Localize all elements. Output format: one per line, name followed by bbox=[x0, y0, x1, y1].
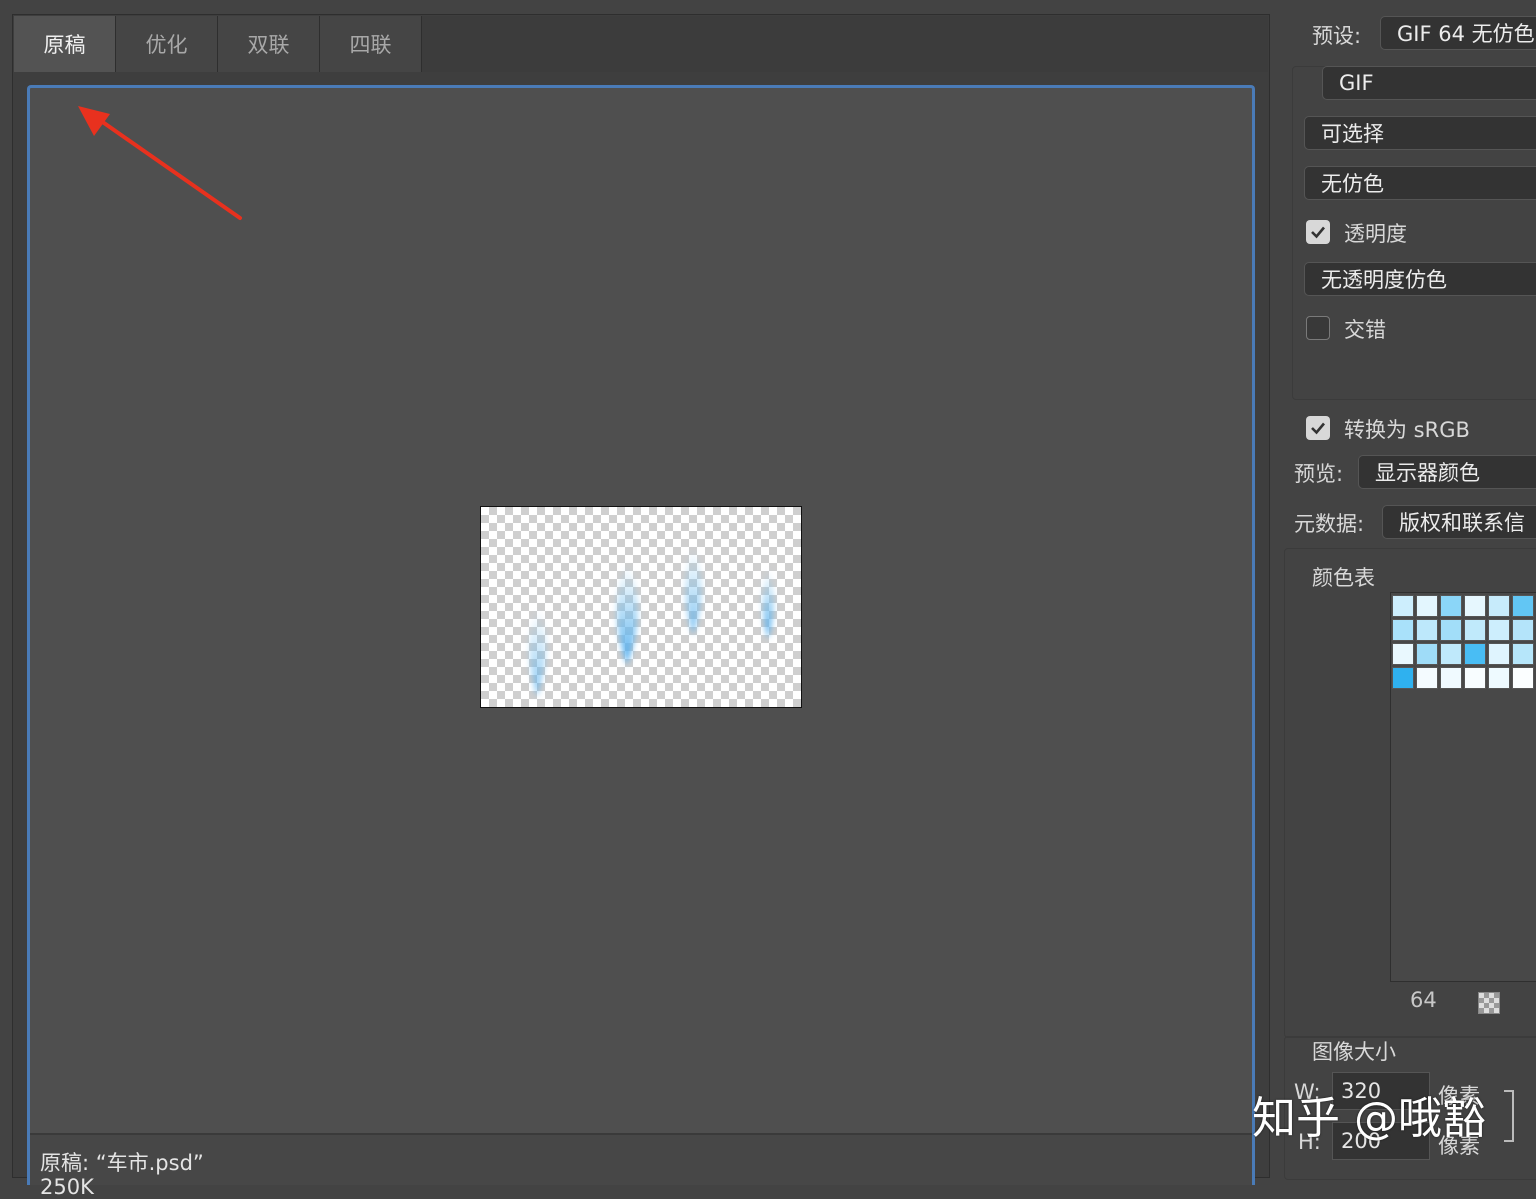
interlaced-label: 交错 bbox=[1344, 318, 1386, 342]
color-swatch[interactable] bbox=[1512, 643, 1534, 665]
color-swatch[interactable] bbox=[1488, 643, 1510, 665]
color-swatch[interactable] bbox=[1512, 619, 1534, 641]
color-table-palette[interactable] bbox=[1390, 592, 1536, 982]
status-filename: 原稿: “车市.psd” bbox=[40, 1151, 204, 1175]
preview-panel: 原稿 优化 双联 四联 原稿: “车市.psd” 250K bbox=[12, 14, 1270, 1199]
format-dropdown[interactable]: GIF bbox=[1322, 66, 1536, 100]
color-swatch[interactable] bbox=[1392, 619, 1414, 641]
status-bar: 原稿: “车市.psd” 250K bbox=[30, 1133, 1252, 1199]
preset-dropdown[interactable]: GIF 64 无仿色 bbox=[1380, 16, 1536, 50]
image-canvas bbox=[480, 506, 802, 708]
color-swatch[interactable] bbox=[1392, 643, 1414, 665]
tab-4-up[interactable]: 四联 bbox=[320, 16, 422, 72]
interlaced-checkbox[interactable] bbox=[1306, 316, 1330, 340]
status-filesize: 250K bbox=[40, 1175, 94, 1199]
color-swatch[interactable] bbox=[1488, 619, 1510, 641]
color-swatch[interactable] bbox=[1440, 595, 1462, 617]
reduction-dropdown[interactable]: 可选择 bbox=[1304, 116, 1536, 150]
color-count: 64 bbox=[1410, 988, 1437, 1012]
color-table-title: 颜色表 bbox=[1312, 566, 1375, 590]
color-swatch[interactable] bbox=[1440, 619, 1462, 641]
link-bracket-icon[interactable] bbox=[1504, 1090, 1514, 1142]
red-arrow-annotation bbox=[78, 106, 242, 220]
transparency-label: 透明度 bbox=[1344, 222, 1407, 246]
color-swatch[interactable] bbox=[1464, 595, 1486, 617]
color-swatch[interactable] bbox=[1416, 667, 1438, 689]
transparency-dither-dropdown[interactable]: 无透明度仿色 bbox=[1304, 262, 1536, 296]
checkmark-icon bbox=[1311, 226, 1325, 239]
tab-optimized[interactable]: 优化 bbox=[116, 16, 218, 72]
preset-label: 预设: bbox=[1312, 24, 1362, 48]
color-swatch[interactable] bbox=[1392, 595, 1414, 617]
color-swatch[interactable] bbox=[1464, 619, 1486, 641]
color-swatch[interactable] bbox=[1512, 667, 1534, 689]
color-swatch[interactable] bbox=[1440, 643, 1462, 665]
preview-dropdown[interactable]: 显示器颜色 bbox=[1358, 455, 1536, 489]
color-swatch[interactable] bbox=[1392, 667, 1414, 689]
dither-dropdown[interactable]: 无仿色 bbox=[1304, 166, 1536, 200]
checkmark-icon bbox=[1311, 422, 1325, 435]
color-swatch[interactable] bbox=[1440, 667, 1462, 689]
metadata-dropdown[interactable]: 版权和联系信 bbox=[1382, 505, 1536, 539]
color-swatch[interactable] bbox=[1416, 619, 1438, 641]
tab-original[interactable]: 原稿 bbox=[14, 16, 116, 72]
transparency-map-icon[interactable] bbox=[1478, 992, 1500, 1014]
view-tabbar: 原稿 优化 双联 四联 bbox=[14, 16, 1268, 72]
color-swatch[interactable] bbox=[1416, 595, 1438, 617]
tab-2-up[interactable]: 双联 bbox=[218, 16, 320, 72]
color-swatch[interactable] bbox=[1464, 643, 1486, 665]
color-swatch[interactable] bbox=[1488, 595, 1510, 617]
image-preview-area[interactable]: 原稿: “车市.psd” 250K bbox=[27, 85, 1255, 1199]
srgb-checkbox[interactable] bbox=[1306, 416, 1330, 440]
transparency-checkbox[interactable] bbox=[1306, 220, 1330, 244]
srgb-label: 转换为 sRGB bbox=[1344, 418, 1470, 442]
water-drops-image bbox=[529, 545, 774, 697]
metadata-label: 元数据: bbox=[1294, 512, 1365, 536]
color-swatch[interactable] bbox=[1464, 667, 1486, 689]
settings-panel: 预设: GIF 64 无仿色 GIF 可选择 无仿色 透明度 无透明度仿色 交错… bbox=[1282, 0, 1536, 1180]
color-swatch[interactable] bbox=[1512, 595, 1534, 617]
color-swatch[interactable] bbox=[1488, 667, 1510, 689]
preview-label: 预览: bbox=[1294, 462, 1344, 486]
color-swatch[interactable] bbox=[1416, 643, 1438, 665]
watermark-text: 知乎 @哦豁 bbox=[1252, 1093, 1486, 1144]
image-size-title: 图像大小 bbox=[1312, 1040, 1396, 1064]
